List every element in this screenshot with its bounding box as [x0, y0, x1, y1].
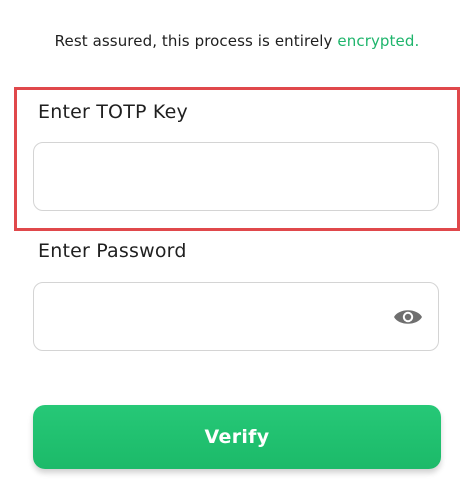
- verify-button[interactable]: Verify: [33, 405, 441, 469]
- notice-text: Rest assured, this process is entirely: [54, 32, 333, 50]
- totp-input[interactable]: [33, 142, 439, 211]
- password-input[interactable]: [33, 282, 439, 351]
- eye-icon[interactable]: [393, 306, 423, 328]
- totp-label: Enter TOTP Key: [38, 101, 188, 123]
- encryption-notice: Rest assured, this process is entirely e…: [0, 32, 474, 50]
- notice-accent: encrypted.: [337, 32, 420, 50]
- password-label: Enter Password: [38, 240, 187, 262]
- verify-button-label: Verify: [204, 426, 270, 448]
